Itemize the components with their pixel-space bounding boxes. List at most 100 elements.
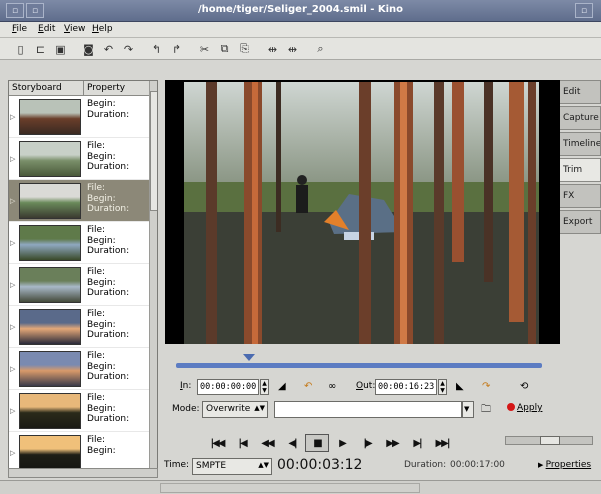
clip-property-line: Begin: bbox=[87, 319, 116, 330]
mode-select[interactable]: Overwrite ▲▼ bbox=[202, 401, 268, 418]
step-forward-icon[interactable]: |▶ bbox=[355, 434, 379, 452]
storyboard-item[interactable]: ▷ File: Begin: Duration: bbox=[9, 264, 149, 306]
clip-thumbnail[interactable] bbox=[19, 225, 81, 261]
expander-icon[interactable]: ▷ bbox=[10, 155, 15, 163]
zoom-icon[interactable]: ⌕ bbox=[312, 41, 329, 57]
menu-help[interactable]: Help bbox=[92, 24, 113, 34]
properties-toggle[interactable]: ▶ Properties bbox=[538, 460, 591, 470]
expander-icon[interactable]: ▷ bbox=[10, 281, 15, 289]
play-icon[interactable]: ▶ bbox=[330, 434, 354, 452]
clip-thumbnail[interactable] bbox=[19, 141, 81, 177]
apply-button[interactable]: Apply bbox=[507, 403, 542, 413]
storyboard-item[interactable]: ▷ File: Begin: Duration: bbox=[9, 390, 149, 432]
timecode-display: 00:00:03:12 bbox=[277, 457, 363, 473]
insert-after-icon[interactable]: ⇹ bbox=[284, 41, 301, 57]
in-point-spinner[interactable]: ▲ ▼ bbox=[260, 379, 269, 395]
last-scene-icon[interactable]: ▶▶| bbox=[430, 434, 454, 452]
storyboard-item[interactable]: ▷ File: Begin: Duration: bbox=[9, 348, 149, 390]
storyboard-column-header[interactable]: Storyboard bbox=[12, 83, 62, 93]
trim-timeline[interactable] bbox=[170, 348, 548, 372]
cut-icon[interactable]: ✂ bbox=[196, 41, 213, 57]
link-icon[interactable]: ∞ bbox=[328, 381, 336, 392]
time-row: Time: SMPTE ▲▼ 00:00:03:12 Duration: 00:… bbox=[160, 456, 601, 476]
menu-view[interactable]: View bbox=[64, 24, 85, 34]
mode-bar: Mode: Overwrite ▲▼ ▼ 🗀 Apply bbox=[170, 399, 560, 419]
storyboard-scrollbar[interactable] bbox=[149, 81, 157, 477]
storyboard-item[interactable]: ▷ File: Begin: Duration: bbox=[9, 138, 149, 180]
undo-icon[interactable]: ↶ bbox=[100, 41, 117, 57]
clip-thumbnail[interactable] bbox=[19, 393, 81, 429]
in-point-field[interactable]: 00:00:00:00 bbox=[197, 379, 259, 395]
timeline-rail[interactable] bbox=[176, 363, 542, 368]
fast-forward-icon[interactable]: ▶▶ bbox=[380, 434, 404, 452]
expander-icon[interactable]: ▷ bbox=[10, 113, 15, 121]
step-back-icon[interactable]: ◀| bbox=[280, 434, 304, 452]
out-point-spinner[interactable]: ▲ ▼ bbox=[438, 379, 447, 395]
paste-icon[interactable]: ⎘ bbox=[236, 41, 253, 57]
clip-property-line: File: bbox=[87, 141, 106, 151]
previous-scene-icon[interactable]: |◀ bbox=[230, 434, 254, 452]
split-icon[interactable]: ↰ bbox=[148, 41, 165, 57]
playhead-marker[interactable] bbox=[243, 354, 256, 361]
expander-icon[interactable]: ▷ bbox=[10, 365, 15, 373]
copy-icon[interactable]: ⧉ bbox=[216, 41, 233, 57]
clip-property-line: File: bbox=[87, 225, 106, 235]
folder-icon[interactable]: 🗀 bbox=[481, 402, 491, 419]
property-column-header[interactable]: Property bbox=[87, 83, 125, 93]
storyboard-item[interactable]: ▷ File: Begin: Duration: bbox=[9, 306, 149, 348]
shuttle-knob[interactable] bbox=[540, 436, 560, 445]
tab-export[interactable]: Export bbox=[560, 210, 601, 234]
clip-thumbnail[interactable] bbox=[19, 267, 81, 303]
spinner-icon: ▲▼ bbox=[258, 461, 269, 469]
expander-icon[interactable]: ▷ bbox=[10, 197, 15, 205]
expander-icon[interactable]: ▷ bbox=[10, 407, 15, 415]
clip-thumbnail[interactable] bbox=[19, 309, 81, 345]
storyboard-item[interactable]: ▷ Begin: Duration: bbox=[9, 96, 149, 138]
next-scene-icon[interactable]: ▶| bbox=[405, 434, 429, 452]
time-label: Time: bbox=[164, 460, 190, 470]
clip-thumbnail[interactable] bbox=[19, 183, 81, 219]
clip-property-line: File: bbox=[87, 351, 106, 361]
menu-bar: File Edit View Help bbox=[0, 22, 601, 38]
insert-before-icon[interactable]: ⇹ bbox=[264, 41, 281, 57]
properties-label: Properties bbox=[545, 460, 592, 470]
expander-icon[interactable]: ▷ bbox=[10, 239, 15, 247]
maximize-icon[interactable]: ▫ bbox=[575, 3, 593, 18]
join-icon[interactable]: ↱ bbox=[168, 41, 185, 57]
clip-thumbnail[interactable] bbox=[19, 435, 81, 471]
tab-edit[interactable]: Edit bbox=[560, 80, 601, 104]
first-scene-icon[interactable]: |◀◀ bbox=[205, 434, 229, 452]
goto-out-icon[interactable]: ↷ bbox=[482, 381, 490, 392]
time-format-select[interactable]: SMPTE ▲▼ bbox=[192, 458, 272, 475]
storyboard-item[interactable]: ▷ File: Begin: Duration: bbox=[9, 180, 149, 222]
set-out-icon[interactable]: ◣ bbox=[456, 381, 464, 392]
menu-edit[interactable]: Edit bbox=[38, 24, 55, 34]
tab-capture[interactable]: Capture bbox=[560, 106, 601, 130]
storyboard-item[interactable]: ▷ File: Begin: Duration: bbox=[9, 222, 149, 264]
loop-icon[interactable]: ⟲ bbox=[520, 381, 528, 392]
goto-in-icon[interactable]: ↶ bbox=[304, 381, 312, 392]
out-point-field[interactable]: 00:00:16:23 bbox=[375, 379, 437, 395]
clip-property-line: File: bbox=[87, 435, 106, 445]
set-in-icon[interactable]: ◢ bbox=[278, 381, 286, 392]
stop-icon[interactable]: ■ bbox=[305, 434, 329, 452]
out-label: Out: bbox=[356, 381, 376, 391]
menu-file[interactable]: File bbox=[12, 24, 27, 34]
rewind-icon[interactable]: ◀◀ bbox=[255, 434, 279, 452]
expander-icon[interactable]: ▷ bbox=[10, 449, 15, 457]
clip-thumbnail[interactable] bbox=[19, 99, 81, 135]
expander-icon[interactable]: ▷ bbox=[10, 323, 15, 331]
clip-file-dropdown[interactable]: ▼ bbox=[462, 401, 474, 418]
open-icon[interactable]: ⊏ bbox=[32, 41, 49, 57]
clip-properties: File: Begin: Duration: bbox=[87, 183, 129, 215]
save-icon[interactable]: ▣ bbox=[52, 41, 69, 57]
new-icon[interactable]: ▯ bbox=[12, 41, 29, 57]
clip-file-field[interactable] bbox=[274, 401, 462, 418]
capture-icon[interactable]: ◙ bbox=[80, 41, 97, 57]
storyboard-hscrollbar[interactable] bbox=[8, 468, 158, 478]
tab-trim[interactable]: Trim bbox=[560, 158, 601, 182]
clip-thumbnail[interactable] bbox=[19, 351, 81, 387]
tab-fx[interactable]: FX bbox=[560, 184, 601, 208]
tab-timeline[interactable]: Timeline bbox=[560, 132, 601, 156]
redo-icon[interactable]: ↷ bbox=[120, 41, 137, 57]
